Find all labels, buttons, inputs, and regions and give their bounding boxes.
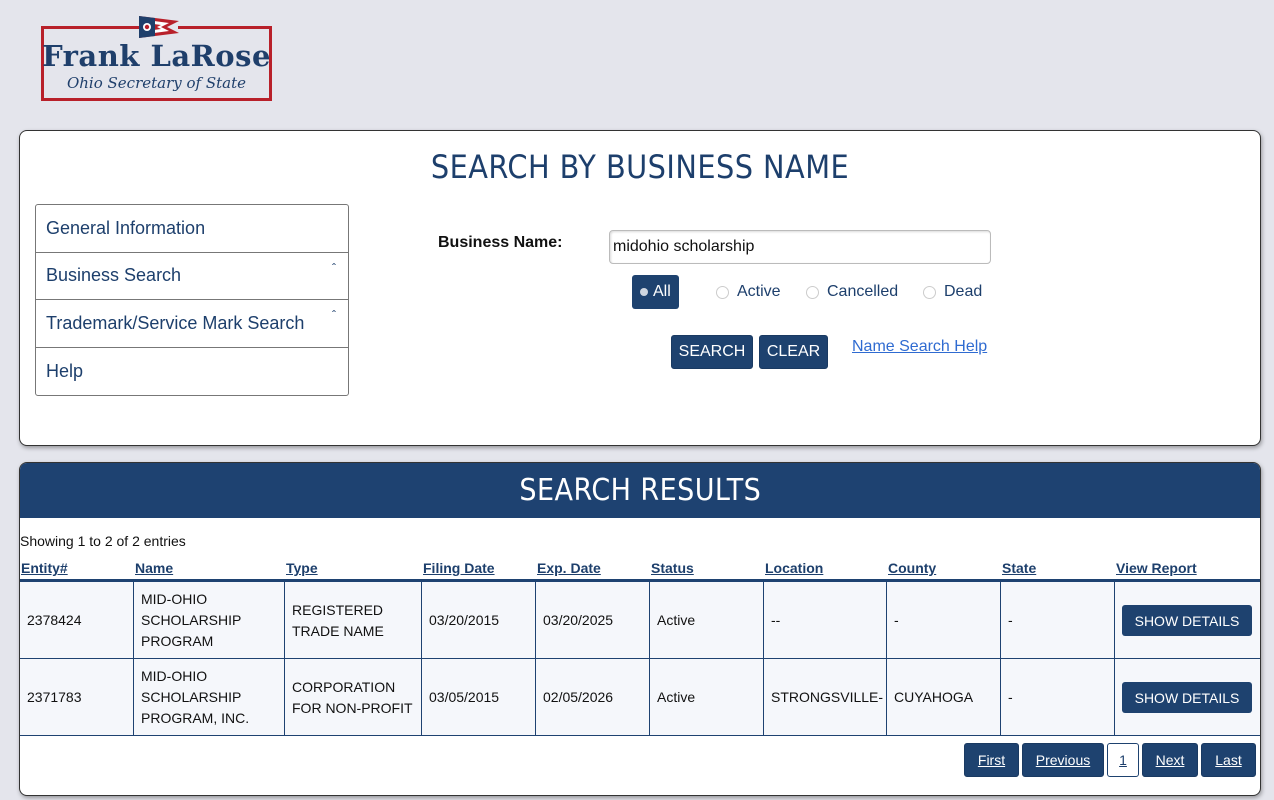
search-button[interactable]: SEARCH [671, 335, 753, 369]
search-panel: SEARCH BY BUSINESS NAME General Informat… [19, 130, 1261, 446]
side-nav: General Information Business Search ˆ Tr… [35, 204, 349, 396]
col-header-filing-date[interactable]: Filing Date [423, 560, 495, 576]
cell-line: MID-OHIO [141, 668, 208, 684]
pagination-previous-button[interactable]: Previous [1022, 743, 1104, 777]
pagination-page-1-button[interactable]: 1 [1107, 743, 1139, 777]
pagination-last-button[interactable]: Last [1201, 743, 1256, 777]
col-header-county[interactable]: County [888, 560, 936, 576]
filter-all-radio[interactable]: All [632, 275, 679, 309]
cell-type: REGISTERED TRADE NAME [285, 582, 422, 659]
page-title: SEARCH BY BUSINESS NAME [430, 148, 850, 186]
col-header-view-report[interactable]: View Report [1116, 560, 1197, 576]
cell-state: - [1001, 659, 1115, 736]
ohio-flag-icon [139, 16, 179, 38]
cell-status: Active [650, 659, 764, 736]
clear-button[interactable]: CLEAR [759, 335, 828, 369]
cell-name: MID-OHIO SCHOLARSHIP PROGRAM, INC. [134, 659, 285, 736]
cell-exp-date: 02/05/2026 [536, 659, 650, 736]
cell-line: FOR NON-PROFIT [292, 699, 413, 716]
results-header: SEARCH RESULTS [20, 463, 1260, 518]
filter-label: Dead [944, 283, 983, 300]
logo-name: Frank LaRose [42, 39, 271, 73]
cell-entity: 2371783 [20, 659, 134, 736]
nav-item-label: Help [46, 360, 84, 381]
business-name-input[interactable] [609, 230, 991, 264]
nav-item-trademark-search[interactable]: Trademark/Service Mark Search ˆ [36, 300, 348, 348]
cell-line: MID-OHIO [141, 591, 208, 607]
nav-item-help[interactable]: Help [36, 348, 348, 396]
filter-label: Cancelled [827, 283, 899, 300]
chevron-down-icon: ˆ [332, 260, 336, 275]
results-panel: SEARCH RESULTS Showing 1 to 2 of 2 entri… [19, 462, 1261, 796]
cell-line: SCHOLARSHIP [141, 612, 242, 628]
sos-logo[interactable]: Frank LaRose Ohio Secretary of State [41, 14, 273, 102]
nav-item-label: Business Search [46, 265, 182, 286]
radio-icon [716, 285, 729, 299]
cell-line: REGISTERED [292, 601, 384, 618]
filter-label: Active [737, 283, 781, 300]
cell-line: CORPORATION [292, 678, 396, 695]
cell-name: MID-OHIO SCHOLARSHIP PROGRAM [134, 582, 285, 659]
cell-line: TRADE NAME [292, 622, 384, 639]
business-name-label: Business Name: [438, 234, 563, 251]
pagination-first-button[interactable]: First [964, 743, 1019, 777]
cell-exp-date: 03/20/2025 [536, 582, 650, 659]
col-header-location[interactable]: Location [765, 560, 823, 576]
radio-icon [806, 285, 819, 299]
pagination-next-button[interactable]: Next [1142, 743, 1198, 777]
cell-status: Active [650, 582, 764, 659]
cell-line: PROGRAM [141, 633, 214, 649]
col-header-status[interactable]: Status [651, 560, 694, 576]
cell-state: - [1001, 582, 1115, 659]
col-header-exp-date[interactable]: Exp. Date [537, 560, 601, 576]
cell-location: -- [764, 582, 887, 659]
cell-county: - [887, 582, 1001, 659]
filter-active-radio[interactable]: Active [716, 275, 781, 309]
table-row: 2371783 MID-OHIO SCHOLARSHIP PROGRAM, IN… [20, 659, 1260, 736]
nav-item-label: Trademark/Service Mark Search [46, 312, 305, 333]
col-header-type[interactable]: Type [286, 560, 318, 576]
cell-line: PROGRAM, INC. [141, 710, 250, 726]
results-title: SEARCH RESULTS [519, 473, 761, 508]
cell-type: CORPORATION FOR NON-PROFIT [285, 659, 422, 736]
table-row: 2378424 MID-OHIO SCHOLARSHIP PROGRAM REG… [20, 582, 1260, 659]
logo-subtitle: Ohio Secretary of State [66, 74, 247, 92]
cell-county: CUYAHOGA [887, 659, 1001, 736]
radio-selected-icon [640, 288, 648, 296]
col-header-name[interactable]: Name [135, 560, 173, 576]
cell-entity: 2378424 [20, 582, 134, 659]
entries-count: Showing 1 to 2 of 2 entries [20, 533, 186, 549]
name-search-help-link[interactable]: Name Search Help [852, 338, 987, 356]
nav-item-business-search[interactable]: Business Search ˆ [36, 253, 348, 300]
col-header-state[interactable]: State [1002, 560, 1036, 576]
nav-item-label: General Information [46, 217, 206, 238]
radio-icon [923, 285, 936, 299]
show-details-button[interactable]: SHOW DETAILS [1122, 605, 1252, 636]
filter-cancelled-radio[interactable]: Cancelled [806, 275, 898, 309]
filter-label: All [653, 283, 671, 300]
nav-item-general-information[interactable]: General Information [36, 205, 348, 253]
cell-filing-date: 03/20/2015 [422, 582, 536, 659]
chevron-down-icon: ˆ [332, 308, 336, 322]
status-filter-group: All Active Cancelled Dead [632, 275, 1012, 309]
cell-filing-date: 03/05/2015 [422, 659, 536, 736]
cell-location: STRONGSVILLE- [764, 659, 887, 736]
col-header-entity[interactable]: Entity# [21, 560, 68, 576]
filter-dead-radio[interactable]: Dead [923, 275, 982, 309]
cell-line: SCHOLARSHIP [141, 689, 242, 705]
show-details-button[interactable]: SHOW DETAILS [1122, 682, 1252, 713]
